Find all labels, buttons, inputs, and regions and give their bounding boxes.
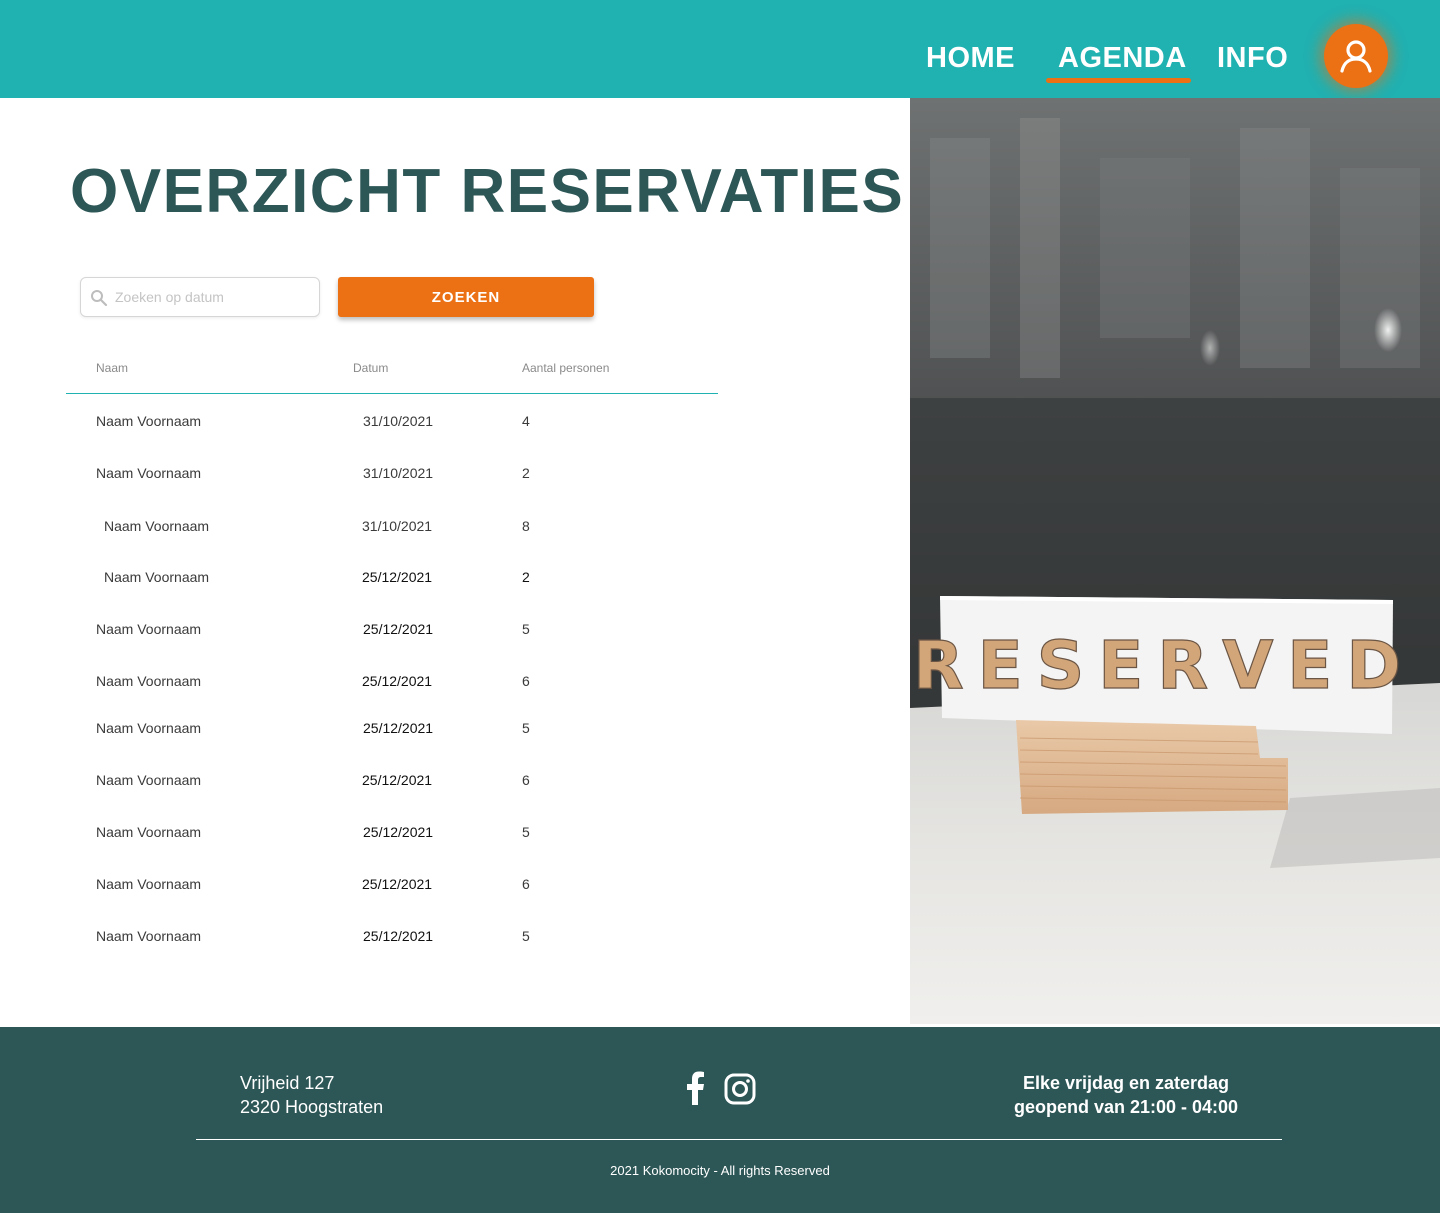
nav-info[interactable]: INFO [1217, 38, 1288, 78]
reserved-sign-text: RESERVED [913, 627, 1415, 704]
cell-date: 25/12/2021 [363, 621, 434, 637]
search-input[interactable] [115, 278, 315, 316]
column-header-date[interactable]: Datum [353, 361, 388, 375]
cell-name: Naam Voornaam [96, 465, 202, 481]
address: Vrijheid 127 2320 Hoogstraten [240, 1071, 383, 1119]
search-field[interactable] [80, 277, 320, 317]
opening-hours: Elke vrijdag en zaterdag geopend van 21:… [996, 1071, 1256, 1119]
cell-count: 5 [522, 720, 530, 736]
page-title: OVERZICHT RESERVATIES [70, 157, 905, 226]
column-header-count[interactable]: Aantal personen [522, 361, 609, 375]
footer-divider [196, 1139, 1282, 1140]
column-header-name[interactable]: Naam [96, 361, 128, 375]
cell-date: 25/12/2021 [363, 720, 434, 736]
cell-count: 2 [522, 465, 530, 481]
footer: Vrijheid 127 2320 Hoogstraten Elke vrijd… [0, 1027, 1440, 1213]
cell-name: Naam Voornaam [96, 772, 202, 788]
cell-date: 25/12/2021 [362, 876, 433, 892]
cell-count: 6 [522, 673, 530, 689]
cell-count: 5 [522, 824, 530, 840]
top-navbar: HOME AGENDA INFO [0, 0, 1440, 98]
user-account-button[interactable] [1324, 24, 1388, 88]
user-icon [1340, 40, 1372, 73]
table-header-divider [66, 393, 718, 394]
opening-times: geopend van 21:00 - 04:00 [1013, 1097, 1239, 1117]
cell-name: Naam Voornaam [96, 621, 202, 637]
cell-date: 25/12/2021 [363, 928, 434, 944]
cell-count: 6 [522, 876, 530, 892]
cell-count: 5 [522, 621, 530, 637]
cell-count: 4 [522, 413, 530, 429]
cell-date: 31/10/2021 [362, 518, 433, 534]
cell-date: 25/12/2021 [362, 772, 433, 788]
cell-date: 25/12/2021 [362, 673, 433, 689]
nav-home[interactable]: HOME [926, 38, 1015, 78]
cell-name: Naam Voornaam [104, 569, 210, 585]
cell-name: Naam Voornaam [96, 876, 202, 892]
instagram-icon[interactable] [724, 1073, 756, 1105]
cell-name: Naam Voornaam [96, 928, 202, 944]
address-street: Vrijheid 127 [240, 1073, 335, 1093]
cell-name: Naam Voornaam [96, 673, 202, 689]
cell-name: Naam Voornaam [96, 824, 202, 840]
cell-name: Naam Voornaam [96, 413, 202, 429]
opening-days: Elke vrijdag en zaterdag [1022, 1073, 1230, 1093]
cell-date: 31/10/2021 [363, 465, 434, 481]
search-icon [91, 290, 108, 307]
reserved-sign-illustration: RESERVED [910, 98, 1440, 1024]
facebook-icon[interactable] [684, 1071, 706, 1105]
cell-count: 6 [522, 772, 530, 788]
active-nav-indicator [1046, 78, 1191, 83]
cell-name: Naam Voornaam [96, 720, 202, 736]
copyright-text: 2021 Kokomocity - All rights Reserved [610, 1163, 830, 1178]
search-button[interactable]: ZOEKEN [338, 277, 594, 317]
cell-count: 8 [522, 518, 530, 534]
cell-date: 25/12/2021 [362, 569, 433, 585]
cell-count: 5 [522, 928, 530, 944]
address-city: 2320 Hoogstraten [240, 1097, 384, 1117]
reserved-sign-photo: RESERVED [910, 98, 1440, 1024]
nav-agenda[interactable]: AGENDA [1058, 38, 1187, 78]
cell-date: 25/12/2021 [363, 824, 434, 840]
cell-date: 31/10/2021 [363, 413, 434, 429]
cell-count: 2 [522, 569, 530, 585]
social-links [682, 1071, 762, 1107]
cell-name: Naam Voornaam [104, 518, 210, 534]
